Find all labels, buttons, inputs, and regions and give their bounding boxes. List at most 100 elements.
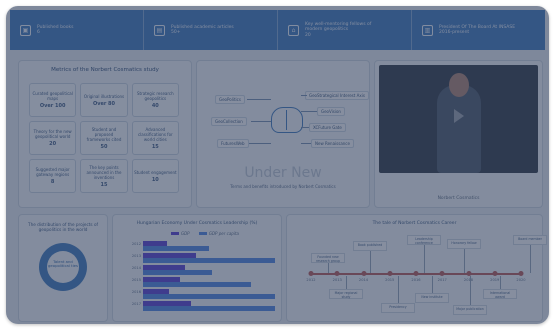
donut-title: The distribution of the projects of geop… — [28, 222, 98, 232]
timeline-connector — [370, 251, 371, 273]
connector-line — [251, 121, 271, 122]
app-frame: ▣ Published books 6 ▤ Published academic… — [6, 6, 549, 324]
timeline-dot — [308, 271, 314, 276]
metric-value: 15 — [100, 181, 108, 188]
legend-swatch — [198, 232, 207, 235]
bar-category-label: 2015 — [131, 278, 141, 282]
video-panel: Norbert Cosmatics — [374, 60, 543, 208]
donut-center-label: Talent and geopolitical ties — [48, 259, 78, 268]
timeline-year: 2020 — [516, 278, 526, 282]
metrics-title: Metrics of the Norbert Cosmatics study — [51, 67, 159, 73]
stats-bar: ▣ Published books 6 ▤ Published academic… — [10, 10, 545, 50]
bar-mark — [143, 258, 275, 263]
timeline-connector — [464, 249, 465, 273]
timeline-dot — [439, 271, 445, 276]
bar-chart-plot: 2012 2013 2014 2015 2016 2017 — [132, 241, 275, 313]
concept-subtitle: Terms and benefits introduced by Norbert… — [230, 184, 336, 189]
metrics-grid: Curated geopolitical maps Over 100 Origin… — [29, 83, 179, 193]
stat-item-books: ▣ Published books 6 — [10, 10, 144, 50]
timeline-panel: The tale of Norbert Cosmatics Career 201… — [286, 214, 547, 322]
stat-item-articles: ▤ Published academic articles 50+ — [144, 10, 278, 50]
id-card-icon: ▥ — [422, 24, 433, 36]
stat-item-fellows: ⌂ Key well-mentoring fellows of modern g… — [278, 10, 412, 50]
bar-chart-panel: Hungarian Economy Under Cosmatics Leader… — [112, 214, 282, 322]
metric-card: Theory for the new geopolitical world 20 — [29, 121, 77, 155]
timeline-year: 2017 — [437, 278, 447, 282]
timeline-event: New institute — [415, 293, 449, 303]
legend-item: GDP per capita — [198, 231, 239, 236]
metric-card: Original illustrations Over 80 — [80, 83, 128, 117]
right-label: XCFuture Gate — [309, 123, 346, 132]
timeline-dot — [361, 271, 366, 276]
timeline-connector — [530, 245, 531, 273]
metric-card: Student engagement 10 — [131, 159, 179, 193]
timeline-event: Major publication — [453, 305, 487, 315]
concept-panel: GeoPolitics GeoCollection FuturesWeb Geo… — [196, 60, 370, 208]
metric-value: 8 — [50, 179, 55, 185]
left-label: GeoPolitics — [215, 95, 245, 104]
timeline-connector — [500, 276, 501, 289]
connector-line — [301, 95, 307, 96]
metric-value: 15 — [151, 143, 159, 150]
connector-line — [249, 143, 271, 144]
connector-line — [301, 111, 317, 112]
timeline-year: 2018 — [463, 278, 474, 282]
document-icon: ▣ — [20, 24, 31, 36]
metric-card: Curated geopolitical maps Over 100 — [29, 83, 77, 117]
bar-mark — [143, 294, 275, 299]
timeline-dot — [518, 271, 524, 276]
bar-mark — [143, 306, 275, 311]
timeline-year: 2013 — [332, 278, 342, 282]
metric-value: Over 80 — [92, 100, 116, 107]
metric-card: Strategic research geopolitics 40 — [131, 83, 179, 117]
timeline-event: Book published — [353, 241, 387, 251]
distribution-panel: The distribution of the projects of geop… — [18, 214, 108, 322]
metric-card: Advanced classifications for world citie… — [131, 121, 179, 155]
timeline-connector — [470, 276, 471, 305]
timeline-year: 2014 — [358, 278, 369, 282]
video-player[interactable] — [379, 65, 538, 173]
metric-card: Suggested major gateway regions 8 — [29, 159, 77, 193]
stat-value: 6 — [37, 30, 40, 35]
bar-chart-legend: GDP GDP per capita — [171, 231, 247, 236]
timeline-event: Board member — [513, 235, 547, 245]
timeline-dot — [492, 271, 498, 276]
metric-value: 10 — [151, 176, 159, 183]
timeline-title: The tale of Norbert Cosmatics Career — [372, 221, 457, 226]
connector-line — [301, 143, 311, 144]
metric-value: 20 — [49, 141, 57, 147]
right-label: GeoStrategical Interest Axis — [305, 91, 369, 100]
timeline-year: 2015 — [385, 278, 395, 282]
metric-label: Student and proposed frameworks cited — [86, 126, 122, 142]
brain-icon — [271, 107, 303, 133]
legend-label: GDP per capita — [208, 231, 239, 236]
timeline-connector — [432, 276, 433, 293]
bar-category-label: 2012 — [131, 242, 141, 246]
metric-label: Advanced classifications for world citie… — [137, 126, 173, 142]
play-icon[interactable] — [454, 109, 464, 123]
bar-category-label: 2016 — [131, 290, 141, 294]
bar-category-label: 2013 — [131, 254, 141, 258]
metric-label: Suggested major gateway regions — [35, 167, 70, 177]
timeline-connector — [424, 245, 425, 273]
academic-icon: ▤ — [154, 24, 165, 36]
timeline-dot — [387, 271, 393, 276]
left-label: GeoCollection — [211, 117, 247, 126]
dashboard-page: ▣ Published books 6 ▤ Published academic… — [6, 6, 549, 324]
stat-item-president: ▥ President Of The Board At INSASE 2016-… — [412, 10, 545, 50]
concept-heading: Under New — [244, 165, 322, 181]
stat-label: Published books — [37, 24, 74, 30]
timeline-dot — [413, 271, 419, 276]
video-caption: Norbert Cosmatics — [437, 196, 480, 201]
metric-card: The key points announced in the inventio… — [80, 159, 128, 193]
legend-swatch — [171, 232, 179, 235]
metric-value: 50 — [100, 143, 108, 150]
bar-mark — [143, 282, 252, 287]
stat-value: 20 — [305, 32, 311, 38]
timeline-year: 2019 — [490, 278, 500, 282]
bar-mark — [143, 246, 209, 251]
bar-mark — [143, 270, 212, 275]
timeline-connector — [398, 276, 399, 303]
metric-label: Student engagement — [134, 169, 177, 175]
speaker-image — [437, 85, 481, 173]
